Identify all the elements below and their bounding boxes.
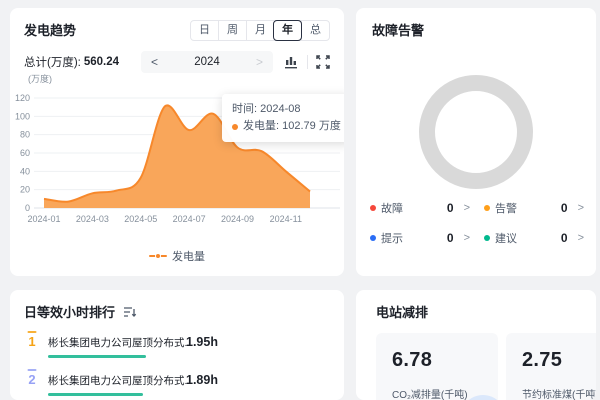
svg-text:2024-01: 2024-01 xyxy=(27,214,60,224)
total-value: 560.24 xyxy=(84,56,119,68)
svg-text:60: 60 xyxy=(20,148,30,158)
generation-trend-panel: 发电趋势 日 周 月 年 总 总计(万度): 560.24 < 2024 > xyxy=(10,8,344,276)
station-name[interactable]: 彬长集团电力公司屋顶分布式... xyxy=(48,375,193,387)
tooltip-time: 时间: 2024-08 xyxy=(232,101,341,118)
rank-1-medal-icon: 1 xyxy=(24,334,40,349)
fault-dot-icon xyxy=(370,205,376,211)
svg-text:80: 80 xyxy=(20,130,30,140)
svg-text:100: 100 xyxy=(15,111,30,121)
alarm-donut-chart xyxy=(419,75,533,189)
svg-text:0: 0 xyxy=(25,203,30,213)
co2-reduction-card: 6.78 CO₂减排量(千吨) xyxy=(376,333,498,400)
rank-progress-bar xyxy=(48,355,146,358)
alarm-item-suggestion[interactable]: 建议 0 > xyxy=(484,230,584,246)
tab-total[interactable]: 总 xyxy=(301,21,329,40)
co2-reduction-label: CO₂减排量(千吨) xyxy=(392,386,498,400)
tooltip-series-dot xyxy=(232,124,238,130)
notice-dot-icon xyxy=(370,235,376,241)
suggestion-label: 建议 xyxy=(495,230,517,246)
total-label: 总计(万度): xyxy=(24,54,81,70)
notice-count: 0 xyxy=(447,231,454,245)
suggestion-dot-icon xyxy=(484,235,490,241)
coal-saving-card: 2.75 节约标准煤(千吨) xyxy=(506,333,596,400)
rank-2-medal-icon: 2 xyxy=(24,372,40,387)
tab-month[interactable]: 月 xyxy=(246,21,274,40)
trend-header: 发电趋势 日 周 月 年 总 xyxy=(10,8,344,41)
year-value: 2024 xyxy=(194,56,220,68)
tab-day[interactable]: 日 xyxy=(191,21,218,40)
notice-label: 提示 xyxy=(381,230,403,246)
svg-text:2024-03: 2024-03 xyxy=(76,214,109,224)
chart-tooltip: 时间: 2024-08 发电量: 102.79 万度 xyxy=(222,94,344,142)
rank-progress-bar xyxy=(48,393,143,396)
co2-reduction-value: 6.78 xyxy=(392,349,498,372)
trend-panel-title: 发电趋势 xyxy=(24,20,76,39)
next-year-button[interactable]: > xyxy=(256,51,263,73)
svg-text:2024-07: 2024-07 xyxy=(173,214,206,224)
warning-label: 告警 xyxy=(495,200,517,216)
tab-year[interactable]: 年 xyxy=(273,20,302,41)
fullscreen-icon[interactable] xyxy=(316,55,330,69)
svg-text:2024-05: 2024-05 xyxy=(124,214,157,224)
emission-reduction-panel: 电站减排 6.78 CO₂减排量(千吨) 2.75 节约标准煤(千吨) xyxy=(356,290,596,400)
chevron-right-icon[interactable]: > xyxy=(578,202,584,214)
tab-week[interactable]: 周 xyxy=(218,21,246,40)
trend-subrow: 总计(万度): 560.24 < 2024 > xyxy=(10,41,344,73)
suggestion-count: 0 xyxy=(561,231,568,245)
sort-icon[interactable] xyxy=(123,306,137,318)
prev-year-button[interactable]: < xyxy=(151,51,158,73)
alarm-legend-grid: 故障 0 > 告警 0 > 提示 0 > 建议 0 > xyxy=(370,200,584,246)
ranking-panel-title: 日等效小时排行 xyxy=(24,302,115,321)
fault-label: 故障 xyxy=(381,200,403,216)
svg-text:20: 20 xyxy=(20,185,30,195)
reduction-panel-title: 电站减排 xyxy=(376,302,596,321)
chevron-right-icon[interactable]: > xyxy=(464,202,470,214)
coal-saving-label: 节约标准煤(千吨) xyxy=(522,386,596,400)
legend-series-label: 发电量 xyxy=(172,248,205,264)
svg-text:2024-11: 2024-11 xyxy=(270,214,302,224)
alarm-panel-title: 故障告警 xyxy=(372,20,580,39)
fault-alarm-panel: 故障告警 故障 0 > 告警 0 > 提示 0 > 建议 0 > xyxy=(356,8,596,276)
period-tab-group: 日 周 月 年 总 xyxy=(190,20,330,41)
alarm-item-notice[interactable]: 提示 0 > xyxy=(370,230,470,246)
svg-text:2024-09: 2024-09 xyxy=(221,214,254,224)
ranking-row[interactable]: 2 彬长集团电力公司屋顶分布式... 1.89h xyxy=(24,371,330,396)
warning-count: 0 xyxy=(561,201,568,215)
warning-dot-icon xyxy=(484,205,490,211)
alarm-item-fault[interactable]: 故障 0 > xyxy=(370,200,470,216)
rank-value: 1.89h xyxy=(186,373,218,387)
year-stepper: < 2024 > xyxy=(141,51,273,73)
chevron-right-icon[interactable]: > xyxy=(464,232,470,244)
station-name[interactable]: 彬长集团电力公司屋顶分布式... xyxy=(48,337,193,349)
coal-saving-value: 2.75 xyxy=(522,349,596,372)
legend-series-marker-icon xyxy=(149,252,167,260)
ranking-row[interactable]: 1 彬长集团电力公司屋顶分布式... 1.95h xyxy=(24,333,330,358)
chart-type-icon[interactable] xyxy=(283,54,299,70)
fault-count: 0 xyxy=(447,201,454,215)
alarm-item-warning[interactable]: 告警 0 > xyxy=(484,200,584,216)
svg-text:40: 40 xyxy=(20,166,30,176)
chart-legend[interactable]: 发电量 xyxy=(10,248,344,264)
chevron-right-icon[interactable]: > xyxy=(578,232,584,244)
toolbar-divider xyxy=(307,55,308,69)
svg-text:120: 120 xyxy=(15,93,30,103)
tooltip-value: 发电量: 102.79 万度 xyxy=(243,118,341,135)
equivalent-hours-ranking-panel: 日等效小时排行 1 彬长集团电力公司屋顶分布式... 1.95h 2 彬长集团电… xyxy=(10,290,344,400)
rank-value: 1.95h xyxy=(186,335,218,349)
